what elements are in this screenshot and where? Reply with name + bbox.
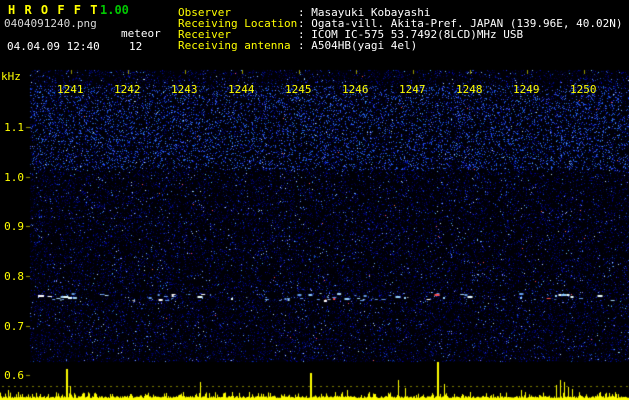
freq-label: 0.8 (4, 270, 24, 283)
info-value: A504HB(yagi 4el) (311, 39, 418, 52)
time-label: 1242 (114, 83, 141, 96)
freq-label: 1.1 (4, 121, 24, 134)
info-separator: : (298, 39, 312, 52)
info-label: Receiving antenna (178, 39, 291, 52)
time-axis: 1241 1242 1243 1244 1245 1246 1247 1248 1249 1250 (0, 83, 629, 96)
app-version: 1.00 (100, 3, 129, 17)
station-info: Observer: Masayuki Kobayashi Receiving Lo… (178, 7, 623, 51)
time-label: 1247 (399, 83, 426, 96)
time-label: 1243 (171, 83, 198, 96)
time-label: 1248 (456, 83, 483, 96)
freq-label: 0.7 (4, 320, 24, 333)
mode-label: meteor (121, 27, 161, 40)
hrofft-screen: { "header": { "title": "H R O F F T", "v… (0, 0, 629, 400)
time-label: 1241 (57, 83, 84, 96)
time-label: 1249 (513, 83, 540, 96)
time-label: 1250 (570, 83, 597, 96)
freq-label: 0.6 (4, 369, 24, 382)
info-row: Receiving antenna: A504HB(yagi 4el) (178, 40, 623, 51)
freq-label: 1.0 (4, 171, 24, 184)
freq-label: 0.9 (4, 220, 24, 233)
time-label: 1245 (285, 83, 312, 96)
time-label: 1246 (342, 83, 369, 96)
echo-count-label: 12 (129, 40, 143, 53)
time-label: 1244 (228, 83, 255, 96)
freq-axis: 1.1 1.0 0.9 0.8 0.7 0.6 (0, 0, 26, 400)
spectrogram-canvas (0, 0, 629, 400)
